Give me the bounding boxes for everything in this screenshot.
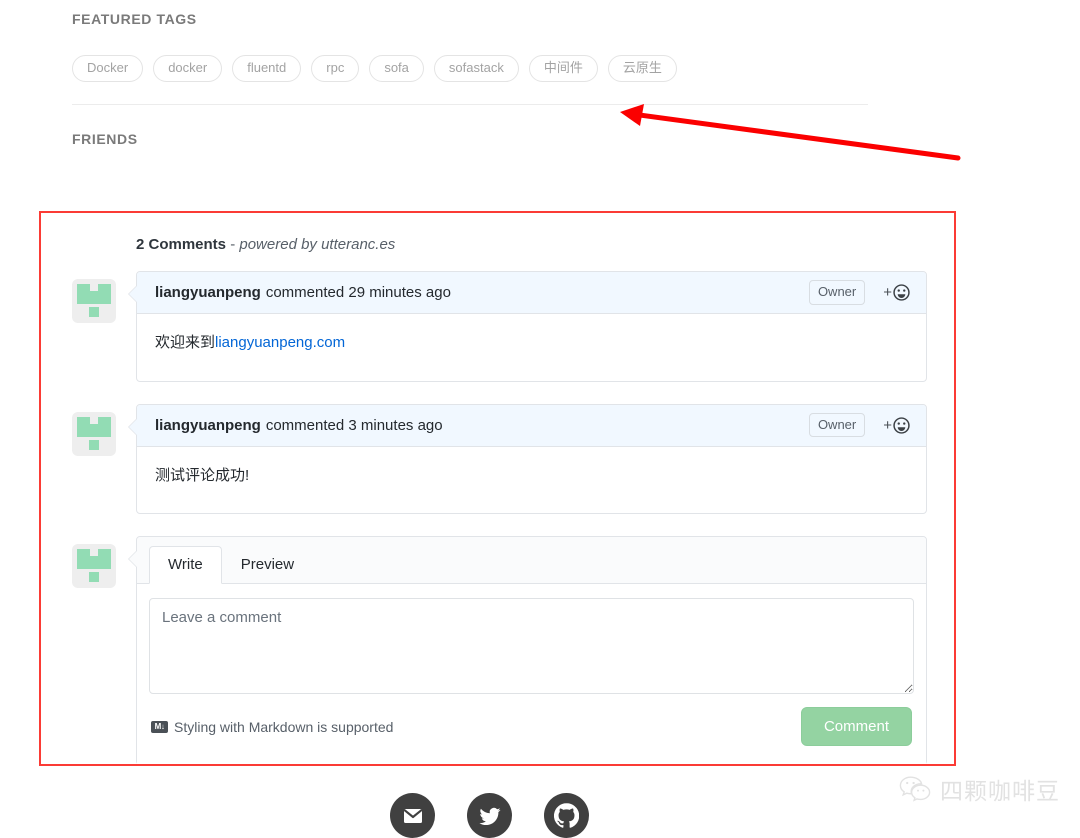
- tag-pill[interactable]: rpc: [311, 55, 360, 83]
- comment-link[interactable]: liangyuanpeng.com: [215, 334, 345, 351]
- section-divider: [72, 104, 868, 105]
- comment-item: liangyuanpeng commented 3 minutes ago Ow…: [72, 403, 927, 514]
- comment-form-row: Write Preview M↓ Styling with Markdown i…: [72, 536, 927, 765]
- avatar[interactable]: [72, 411, 116, 456]
- tag-pill[interactable]: sofastack: [433, 55, 519, 83]
- wechat-watermark: 四颗咖啡豆: [899, 772, 1060, 806]
- comment-form: Write Preview M↓ Styling with Markdown i…: [128, 536, 927, 765]
- smiley-icon: [893, 416, 910, 434]
- comment-item: liangyuanpeng commented 29 minutes ago O…: [72, 271, 927, 382]
- comment-bubble: liangyuanpeng commented 29 minutes ago O…: [128, 271, 927, 382]
- avatar-shape-left: [77, 416, 90, 437]
- avatar-shape-bottom: [89, 439, 99, 450]
- tab-write[interactable]: Write: [149, 546, 222, 584]
- avatar-shape-mid: [90, 556, 98, 569]
- comment-input[interactable]: [149, 598, 914, 694]
- watermark-text: 四颗咖啡豆: [940, 779, 1060, 805]
- avatar-shape-mid: [90, 291, 98, 304]
- utterances-comments-widget: 2 Comments - powered by utteranc.es lian…: [72, 236, 927, 787]
- annotation-arrow: [620, 104, 961, 161]
- tag-pill[interactable]: 云原生: [607, 55, 677, 83]
- comments-count: 2 Comments: [136, 236, 227, 253]
- plus-sign: +: [883, 416, 892, 434]
- comments-separator: -: [230, 236, 236, 253]
- wechat-icon: [899, 775, 933, 803]
- comment-body: 测试评论成功!: [137, 447, 926, 514]
- avatar-shape-bottom: [89, 572, 99, 582]
- avatar-shape-right: [98, 416, 111, 437]
- avatar[interactable]: [72, 279, 116, 323]
- twitter-icon[interactable]: [467, 793, 512, 838]
- comment-body: 欢迎来到liangyuanpeng.com: [137, 314, 926, 381]
- add-reaction-button[interactable]: +: [883, 417, 910, 434]
- tag-pill[interactable]: Docker: [72, 55, 144, 83]
- markdown-icon: M↓: [151, 720, 168, 733]
- comments-powered-by: powered by utteranc.es: [239, 236, 396, 253]
- avatar-shape-mid: [90, 423, 98, 437]
- plus-sign: +: [883, 284, 892, 301]
- comment-timestamp: commented 3 minutes ago: [265, 416, 443, 434]
- comment-author[interactable]: liangyuanpeng: [155, 417, 261, 434]
- comment-header: liangyuanpeng commented 29 minutes ago O…: [137, 272, 926, 314]
- tag-pill[interactable]: docker: [153, 55, 223, 83]
- submit-comment-button[interactable]: Comment: [800, 707, 912, 746]
- comment-header: liangyuanpeng commented 3 minutes ago Ow…: [137, 404, 926, 447]
- tag-pill[interactable]: fluentd: [232, 55, 302, 83]
- markdown-note-text: Styling with Markdown is supported: [174, 718, 394, 735]
- smiley-icon: [893, 284, 910, 301]
- status-badge: Owner: [808, 280, 866, 305]
- comment-text: 欢迎来到: [155, 334, 216, 351]
- avatar-shape-right: [98, 284, 111, 304]
- avatar[interactable]: [72, 544, 116, 588]
- tag-pill[interactable]: 中间件: [528, 55, 598, 83]
- comment-text: 测试评论成功!: [155, 466, 250, 484]
- email-icon[interactable]: [390, 793, 435, 838]
- featured-tags-list: Docker docker fluentd rpc sofa sofastack…: [72, 55, 677, 83]
- tab-preview[interactable]: Preview: [222, 546, 313, 584]
- avatar-shape-left: [77, 549, 90, 569]
- avatar-shape-right: [98, 549, 111, 569]
- tag-pill[interactable]: sofa: [369, 55, 424, 83]
- add-reaction-button[interactable]: +: [883, 284, 910, 301]
- featured-tags-heading: FEATURED TAGS: [72, 11, 197, 27]
- form-body: M↓ Styling with Markdown is supported Co…: [137, 584, 926, 764]
- avatar-shape-left: [77, 284, 90, 304]
- form-footer: M↓ Styling with Markdown is supported Co…: [149, 697, 914, 752]
- social-links: [390, 793, 589, 838]
- github-icon[interactable]: [544, 793, 589, 838]
- status-badge: Owner: [808, 412, 866, 438]
- comment-bubble: liangyuanpeng commented 3 minutes ago Ow…: [128, 403, 927, 514]
- comment-timestamp: commented 29 minutes ago: [265, 284, 451, 301]
- friends-heading: FRIENDS: [72, 131, 138, 147]
- form-tabs: Write Preview: [137, 537, 926, 584]
- markdown-support-note: M↓ Styling with Markdown is supported: [151, 719, 393, 735]
- avatar-shape-bottom: [89, 307, 99, 317]
- comment-author[interactable]: liangyuanpeng: [155, 284, 261, 301]
- comments-count-header: 2 Comments - powered by utteranc.es: [136, 236, 927, 253]
